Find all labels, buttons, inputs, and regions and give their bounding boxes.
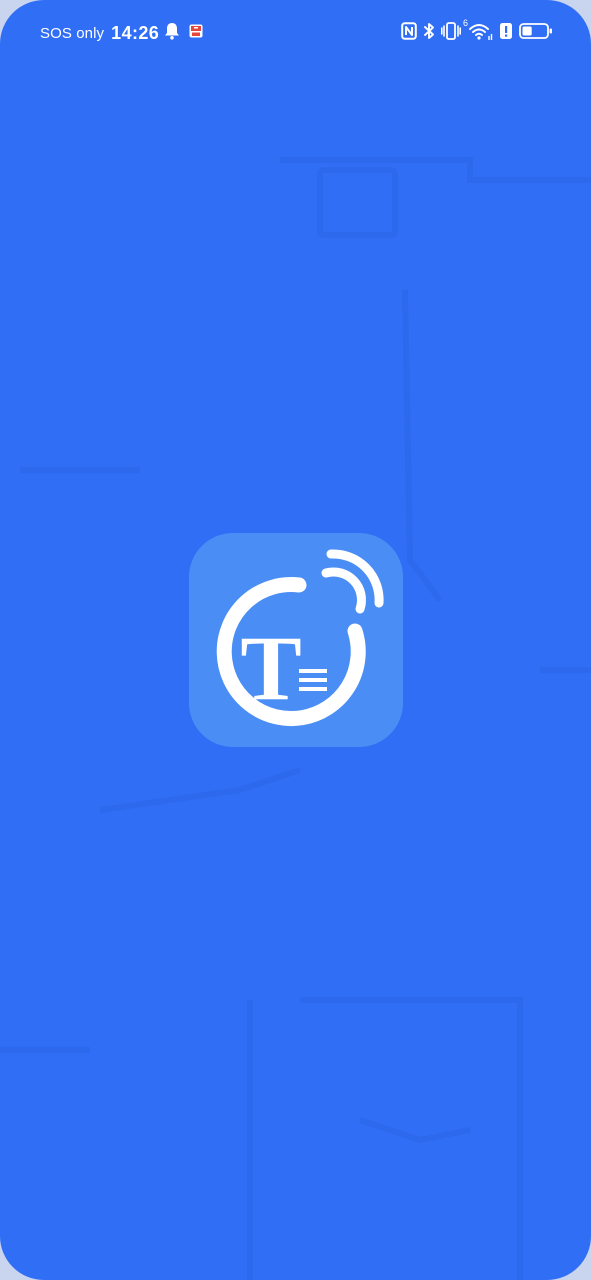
app-logo: T (189, 533, 403, 747)
status-bar-right: 6 (401, 18, 553, 46)
tts-broadcast-logo-icon: T (189, 533, 403, 747)
bluetooth-icon (423, 22, 435, 45)
bell-icon (164, 22, 180, 45)
battery-icon (519, 22, 553, 45)
status-bar: SOS only 14:26 6 (0, 0, 591, 66)
carrier-text: SOS only (40, 24, 105, 42)
logo-letter: T (240, 617, 301, 719)
clock: 14:26 (111, 22, 160, 43)
alert-icon (499, 22, 513, 45)
wifi-icon: 6 (463, 18, 493, 46)
vibrate-icon (441, 21, 461, 45)
app-notification-icon (189, 24, 203, 43)
status-bar-left: SOS only 14:26 (40, 20, 203, 46)
nfc-icon (401, 21, 417, 45)
splash-screen: SOS only 14:26 6 T (0, 0, 591, 1280)
wifi-generation-label: 6 (463, 17, 469, 28)
